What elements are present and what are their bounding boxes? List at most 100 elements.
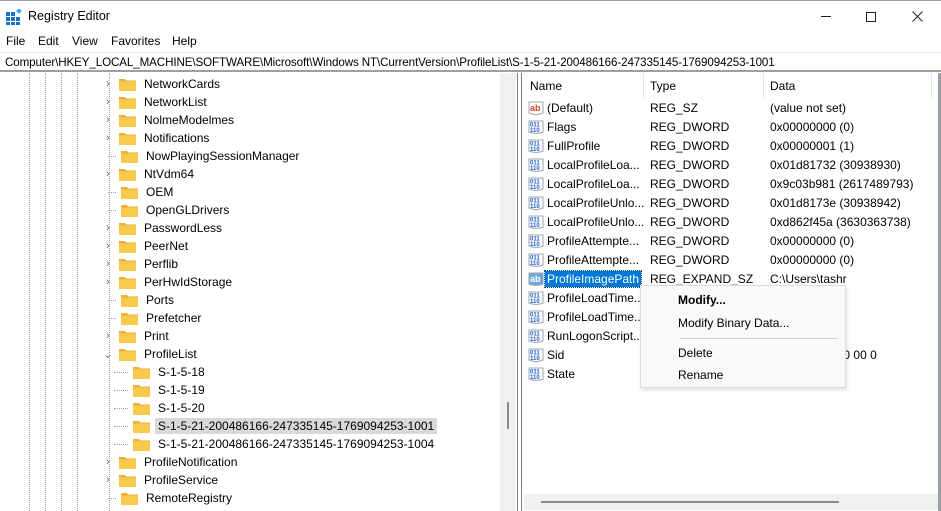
value-name[interactable]: ProfileLoadTime... [545, 310, 646, 324]
tree-item-label[interactable]: NetworkList [141, 94, 210, 110]
collapse-chevron-icon[interactable]: ⌄ [102, 348, 114, 361]
tree-item[interactable]: S-1-5-20 [114, 399, 208, 417]
value-name[interactable]: LocalProfileLoa... [545, 177, 642, 191]
tree-item[interactable]: › NetworkCards [102, 75, 223, 93]
value-name[interactable]: State [545, 367, 577, 381]
menu-view[interactable]: View [72, 34, 98, 48]
column-header-type[interactable]: Type [650, 79, 676, 93]
tree-item[interactable]: S-1-5-21-200486166-247335145-1769094253-… [114, 417, 438, 435]
value-row[interactable]: 011 110 LocalProfileLoa... REG_DWORD 0x01d81… [523, 156, 941, 175]
value-name[interactable]: FullProfile [545, 139, 602, 153]
column-divider[interactable] [643, 73, 644, 99]
value-row[interactable]: 011 110 LocalProfileLoa... REG_DWORD 0x9c03b… [523, 175, 941, 194]
title-bar[interactable]: Registry Editor [0, 1, 941, 32]
expand-chevron-icon[interactable]: › [102, 330, 114, 342]
value-name[interactable]: ProfileAttempte... [545, 234, 641, 248]
address-path[interactable]: Computer\HKEY_LOCAL_MACHINE\SOFTWARE\Mic… [5, 56, 775, 69]
value-row[interactable]: ab (Default) REG_SZ (value not set) [523, 99, 941, 118]
value-name[interactable]: ProfileLoadTime... [545, 291, 646, 305]
column-header-data[interactable]: Data [770, 79, 795, 93]
value-name[interactable]: (Default) [545, 101, 595, 115]
tree-item[interactable]: › PeerNet [102, 237, 191, 255]
value-name[interactable]: LocalProfileLoa... [545, 158, 642, 172]
tree-item-label[interactable]: NowPlayingSessionManager [143, 148, 302, 164]
value-row[interactable]: 011 110 ProfileAttempte... REG_DWORD 0x00000… [523, 251, 941, 270]
expand-chevron-icon[interactable]: › [102, 276, 114, 288]
tree-item-label[interactable]: S-1-5-21-200486166-247335145-1769094253-… [155, 418, 438, 434]
tree-item-label[interactable]: Perflib [141, 256, 181, 272]
maximize-button[interactable] [848, 1, 894, 32]
value-name[interactable]: LocalProfileUnlo... [545, 215, 646, 229]
tree-item-label[interactable]: S-1-5-20 [155, 400, 208, 416]
context-menu-modify[interactable]: Modify... [678, 293, 726, 307]
tree-item-label[interactable]: ProfileList [141, 346, 200, 362]
expand-chevron-icon[interactable]: › [102, 168, 114, 180]
tree-item[interactable]: RemoteRegistry [102, 489, 235, 507]
tree-item[interactable]: Prefetcher [102, 309, 204, 327]
tree-item[interactable]: NowPlayingSessionManager [102, 147, 302, 165]
expand-chevron-icon[interactable]: › [102, 258, 114, 270]
tree-item[interactable]: › Print [102, 327, 172, 345]
tree-item[interactable]: ⌄ ProfileList [102, 345, 200, 363]
close-button[interactable] [894, 1, 940, 32]
tree-item-label[interactable]: PasswordLess [141, 220, 225, 236]
value-name[interactable]: LocalProfileUnlo... [545, 196, 646, 210]
context-menu-delete[interactable]: Delete [678, 346, 713, 360]
tree-item-label[interactable]: Prefetcher [143, 310, 204, 326]
value-name[interactable]: Sid [545, 348, 566, 362]
expand-chevron-icon[interactable]: › [102, 78, 114, 90]
expand-chevron-icon[interactable]: › [102, 240, 114, 252]
tree-item-label[interactable]: ProfileService [141, 472, 221, 488]
tree-item[interactable]: › ProfileService [102, 471, 221, 489]
minimize-button[interactable] [803, 1, 849, 32]
value-name[interactable]: RunLogonScript... [545, 329, 645, 343]
tree-item-label[interactable]: RemoteRegistry [143, 490, 235, 506]
tree-item[interactable]: › NolmeModelmes [102, 111, 237, 129]
value-row[interactable]: 011 110 LocalProfileUnlo... REG_DWORD 0x01d8… [523, 194, 941, 213]
column-divider[interactable] [763, 73, 764, 99]
tree-item-label[interactable]: S-1-5-19 [155, 382, 208, 398]
tree-item-label[interactable]: NetworkCards [141, 76, 223, 92]
value-name[interactable]: Flags [545, 120, 578, 134]
tree-item-label[interactable]: S-1-5-18 [155, 364, 208, 380]
value-row[interactable]: 011 110 ProfileAttempte... REG_DWORD 0x00000… [523, 232, 941, 251]
key-tree-pane[interactable]: › NetworkCards › NetworkList › NolmeModelmes ›… [0, 73, 517, 511]
tree-item[interactable]: Ports [102, 291, 177, 309]
tree-item[interactable]: › PerHwIdStorage [102, 273, 235, 291]
tree-item[interactable]: › NetworkList [102, 93, 210, 111]
expand-chevron-icon[interactable]: › [102, 114, 114, 126]
tree-item-label[interactable]: Notifications [141, 130, 212, 146]
tree-item-label[interactable]: S-1-5-21-200486166-247335145-1769094253-… [155, 436, 437, 452]
value-row[interactable]: 011 110 Flags REG_DWORD 0x00000000 (0) [523, 118, 941, 137]
tree-item-label[interactable]: Ports [143, 292, 177, 308]
expand-chevron-icon[interactable]: › [102, 222, 114, 234]
context-menu-modify-binary-data[interactable]: Modify Binary Data... [678, 316, 789, 330]
tree-vertical-scrollbar[interactable] [500, 73, 516, 511]
tree-item[interactable]: › ProfileNotification [102, 453, 240, 471]
tree-item[interactable]: › PasswordLess [102, 219, 225, 237]
value-row[interactable]: 011 110 FullProfile REG_DWORD 0x00000001 (1) [523, 137, 941, 156]
tree-item-label[interactable]: PerHwIdStorage [141, 274, 235, 290]
tree-item[interactable]: S-1-5-19 [114, 381, 208, 399]
value-name[interactable]: ProfileImagePath [543, 270, 643, 288]
list-scroll-thumb[interactable] [541, 501, 839, 503]
tree-item-label[interactable]: Print [141, 328, 172, 344]
menu-favorites[interactable]: Favorites [111, 34, 160, 48]
column-header-name[interactable]: Name [530, 79, 562, 93]
expand-chevron-icon[interactable]: › [102, 474, 114, 486]
tree-item-label[interactable]: OEM [143, 184, 176, 200]
value-name[interactable]: ProfileAttempte... [545, 253, 641, 267]
expand-chevron-icon[interactable]: › [102, 456, 114, 468]
address-bar[interactable]: Computer\HKEY_LOCAL_MACHINE\SOFTWARE\Mic… [0, 52, 941, 72]
pane-splitter[interactable] [517, 73, 522, 511]
tree-item-label[interactable]: NolmeModelmes [141, 112, 237, 128]
tree-item[interactable]: S-1-5-18 [114, 363, 208, 381]
tree-item[interactable]: S-1-5-21-200486166-247335145-1769094253-… [114, 435, 437, 453]
tree-item-label[interactable]: PeerNet [141, 238, 191, 254]
tree-item[interactable]: › Perflib [102, 255, 181, 273]
tree-item-label[interactable]: ProfileNotification [141, 454, 240, 470]
context-menu-rename[interactable]: Rename [678, 368, 723, 382]
menu-file[interactable]: File [6, 34, 25, 48]
value-row[interactable]: 011 110 LocalProfileUnlo... REG_DWORD 0xd862… [523, 213, 941, 232]
menu-help[interactable]: Help [172, 34, 197, 48]
